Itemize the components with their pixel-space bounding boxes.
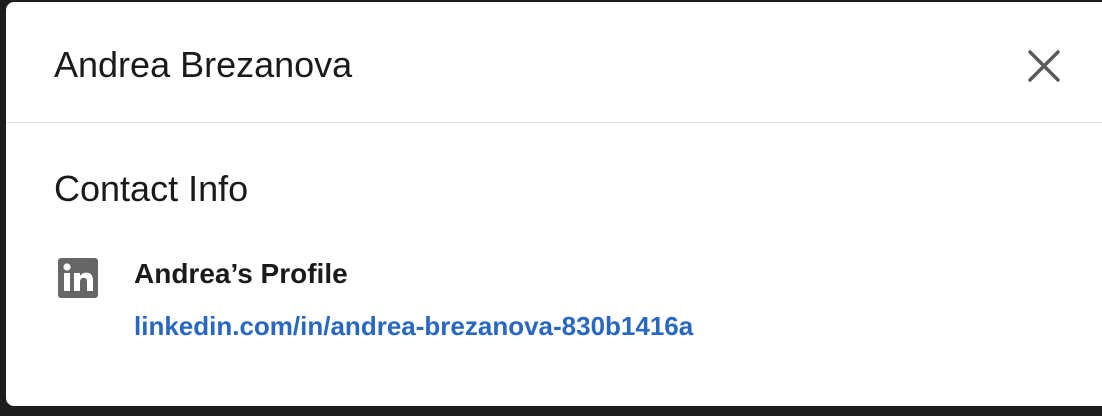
section-heading: Contact Info (54, 168, 249, 209)
linkedin-icon (58, 258, 98, 298)
close-button[interactable] (1022, 44, 1066, 88)
linkedin-profile-link[interactable]: linkedin.com/in/andrea-brezanova-830b141… (134, 308, 693, 344)
dialog-header: Andrea Brezanova (6, 2, 1102, 123)
contact-item-linkedin: Andrea’s Profile linkedin.com/in/andrea-… (54, 252, 1054, 352)
contact-info-dialog: Andrea Brezanova Contact Info Andrea’s P… (6, 2, 1102, 406)
contact-label: Andrea’s Profile (134, 258, 348, 289)
close-icon (1028, 50, 1060, 82)
dialog-title: Andrea Brezanova (54, 44, 353, 85)
